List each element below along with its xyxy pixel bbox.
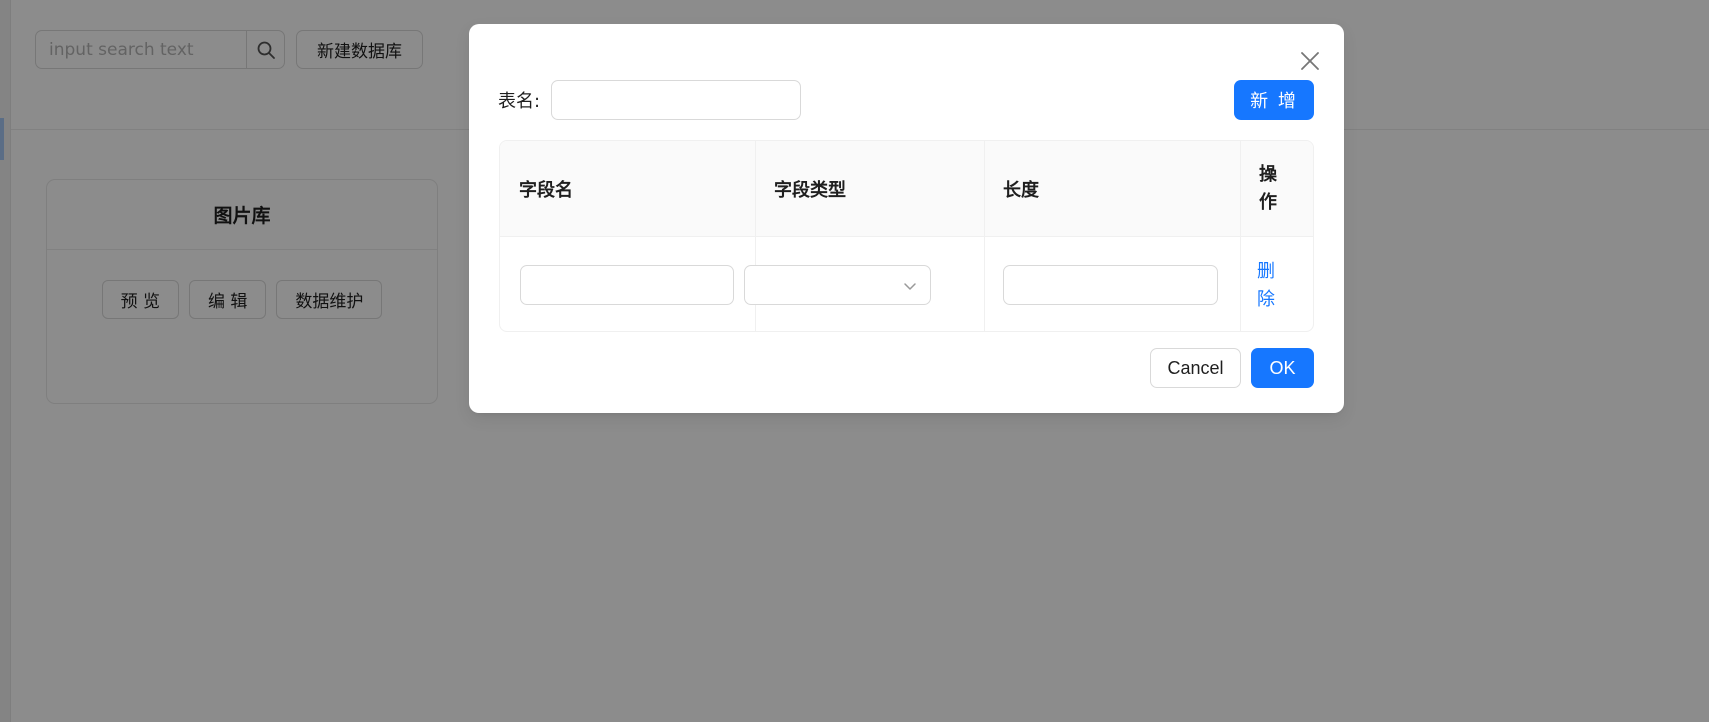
length-input[interactable] (1003, 265, 1218, 305)
create-table-modal: 表名: 新 增 字段名 字段类型 长度 操作 删除 Cancel OK (469, 24, 1344, 413)
field-name-input[interactable] (520, 265, 734, 305)
cancel-button[interactable]: Cancel (1150, 348, 1241, 388)
column-divider (984, 141, 985, 331)
field-type-select[interactable] (744, 265, 931, 305)
table-name-label: 表名: (498, 91, 541, 112)
column-header-field-type: 字段类型 (774, 180, 846, 201)
column-header-actions: 操作 (1240, 141, 1313, 237)
close-icon (1301, 52, 1319, 70)
chevron-down-icon (904, 283, 916, 290)
column-divider (1240, 141, 1241, 331)
column-header-field-name: 字段名 (519, 180, 573, 201)
column-header-length: 长度 (1003, 180, 1039, 201)
delete-row-link[interactable]: 删除 (1257, 258, 1279, 314)
modal-close-button[interactable] (1295, 46, 1325, 76)
table-name-input[interactable] (551, 80, 801, 120)
add-field-button[interactable]: 新 增 (1234, 80, 1314, 120)
column-header-actions-label: 操作 (1259, 164, 1277, 213)
ok-button[interactable]: OK (1251, 348, 1314, 388)
table-header: 字段名 字段类型 长度 操作 (500, 141, 1313, 237)
